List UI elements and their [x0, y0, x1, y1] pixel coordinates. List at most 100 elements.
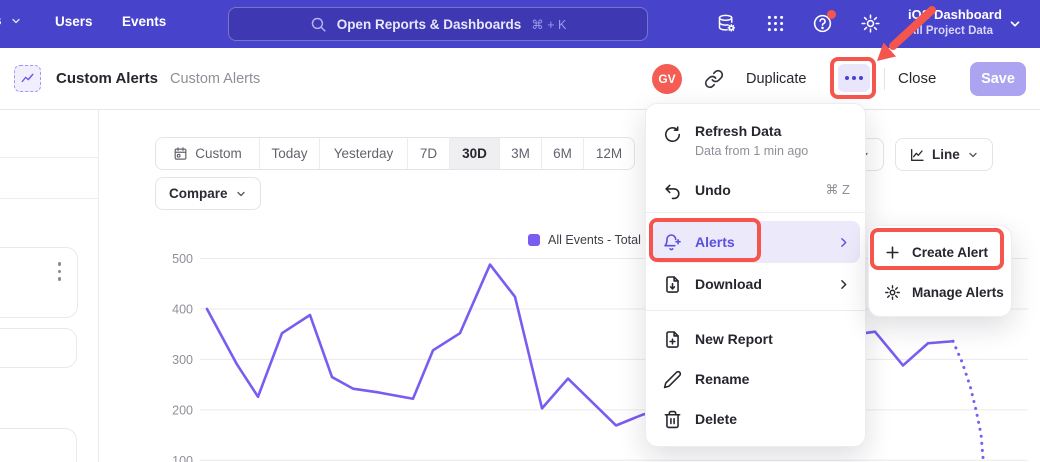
menu-label: Alerts: [695, 234, 824, 250]
menu-label: Download: [695, 276, 824, 292]
chevron-down-icon: [235, 188, 247, 200]
svg-text:400: 400: [172, 302, 193, 316]
line-chart-icon: [909, 147, 925, 163]
compare-button[interactable]: Compare: [155, 177, 261, 210]
legend-series-label: All Events - Total: [548, 233, 641, 247]
pencil-icon: [663, 370, 682, 389]
menu-divider: [646, 310, 867, 311]
bell-plus-icon: [663, 233, 682, 252]
submenu-item-create-alert[interactable]: Create Alert: [869, 232, 1013, 272]
search-shortcut: ⌘ + K: [531, 17, 566, 32]
sidebar-card[interactable]: [0, 247, 78, 318]
date-range-3m[interactable]: 3M: [500, 138, 542, 169]
undo-icon: [663, 181, 682, 200]
data-management-icon[interactable]: [716, 13, 737, 34]
search-icon: [310, 16, 327, 33]
menu-item-undo[interactable]: Undo ⌘ Z: [646, 170, 867, 210]
chevron-right-icon: [837, 236, 850, 249]
refresh-status-text: Data from 1 min ago: [695, 144, 808, 158]
search-input[interactable]: Open Reports & Dashboards ⌘ + K: [228, 7, 648, 41]
svg-text:300: 300: [172, 353, 193, 367]
date-range-custom[interactable]: Custom: [156, 138, 260, 169]
submenu-item-manage-alerts[interactable]: Manage Alerts: [869, 272, 1013, 312]
refresh-icon: [663, 125, 682, 144]
menu-item-download[interactable]: Download: [646, 263, 867, 305]
help-icon[interactable]: [812, 13, 833, 34]
date-range-label: 30D: [462, 146, 487, 161]
chevron-down-icon[interactable]: [1008, 17, 1022, 31]
nav-item-cutoff[interactable]: s: [0, 13, 22, 28]
menu-label: New Report: [695, 331, 850, 347]
page-title: Custom Alerts: [56, 70, 158, 87]
chevron-down-icon: [10, 15, 22, 27]
date-range-label: Custom: [195, 146, 242, 161]
menu-item-delete[interactable]: Delete: [646, 399, 867, 439]
project-switcher[interactable]: iOS Dashboard All Project Data: [908, 6, 1002, 39]
more-options-button[interactable]: [838, 64, 870, 92]
chart-type-button[interactable]: Line: [895, 138, 993, 171]
chevron-right-icon: [837, 278, 850, 291]
breadcrumb: Custom Alerts: [170, 71, 260, 87]
date-range-7d[interactable]: 7D: [408, 138, 450, 169]
svg-text:500: 500: [172, 252, 193, 266]
kebab-menu-icon[interactable]: [58, 262, 62, 281]
compare-label: Compare: [169, 186, 228, 201]
alerts-submenu: Create Alert Manage Alerts: [868, 225, 1012, 317]
date-range-control: Custom Today Yesterday 7D 30D 3M 6M 12M: [155, 137, 635, 170]
chart-legend: All Events - Total: [528, 233, 641, 247]
menu-label: Refresh Data: [695, 123, 781, 139]
chevron-down-icon: [967, 149, 979, 161]
sidebar-card[interactable]: [0, 328, 77, 368]
date-range-label: 7D: [420, 146, 437, 161]
date-range-30d-selected[interactable]: 30D: [450, 138, 500, 169]
date-range-label: 6M: [553, 146, 572, 161]
date-range-label: 3M: [511, 146, 530, 161]
settings-gear-icon[interactable]: [860, 13, 881, 34]
project-name: iOS Dashboard: [908, 6, 1002, 24]
svg-text:200: 200: [172, 403, 193, 417]
date-range-label: Today: [271, 146, 307, 161]
nav-item-events[interactable]: Events: [122, 14, 166, 29]
menu-divider: [646, 212, 867, 213]
nav-item-users[interactable]: Users: [55, 14, 93, 29]
sidebar-divider: [0, 198, 99, 199]
date-range-label: Yesterday: [334, 146, 394, 161]
apps-grid-icon[interactable]: [765, 13, 786, 34]
menu-item-alerts[interactable]: Alerts: [653, 221, 860, 263]
date-range-today[interactable]: Today: [260, 138, 320, 169]
menu-label: Rename: [695, 371, 850, 387]
menu-item-refresh-data[interactable]: Refresh Data Data from 1 min ago: [646, 116, 867, 164]
sidebar-card[interactable]: [0, 428, 77, 462]
close-button[interactable]: Close: [898, 70, 936, 87]
date-range-yesterday[interactable]: Yesterday: [320, 138, 408, 169]
more-options-menu: Refresh Data Data from 1 min ago Undo ⌘ …: [645, 103, 866, 447]
app-screen: 500 400 300 200 100 All Events - Total s Use…: [0, 0, 1040, 462]
project-scope: All Project Data: [908, 24, 1002, 39]
menu-label: Delete: [695, 411, 850, 427]
sidebar-divider: [0, 157, 99, 158]
nav-item-cutoff-label: s: [0, 13, 2, 28]
menu-shortcut: ⌘ Z: [825, 182, 850, 198]
avatar[interactable]: GV: [652, 64, 682, 94]
date-range-12m[interactable]: 12M: [584, 138, 634, 169]
duplicate-button[interactable]: Duplicate: [746, 71, 806, 87]
trash-icon: [663, 410, 682, 429]
plus-icon: [884, 244, 901, 261]
report-thumbnail-icon: [14, 65, 41, 92]
legend-swatch[interactable]: [528, 234, 540, 246]
calendar-icon: [173, 146, 188, 161]
report-header: Custom Alerts Custom Alerts GV Duplicate…: [0, 48, 1040, 110]
search-placeholder: Open Reports & Dashboards: [337, 17, 522, 32]
menu-label: Undo: [695, 182, 812, 198]
menu-item-rename[interactable]: Rename: [646, 359, 867, 399]
menu-item-new-report[interactable]: New Report: [646, 319, 867, 359]
date-range-6m[interactable]: 6M: [542, 138, 584, 169]
svg-text:100: 100: [172, 454, 193, 462]
copy-link-icon[interactable]: [704, 69, 724, 89]
new-report-icon: [663, 330, 682, 349]
submenu-label: Manage Alerts: [912, 285, 1004, 300]
submenu-label: Create Alert: [912, 245, 988, 260]
top-navbar: s Users Events Open Reports & Dashboards…: [0, 0, 1040, 48]
save-button[interactable]: Save: [970, 62, 1026, 96]
chart-type-label: Line: [932, 147, 960, 162]
